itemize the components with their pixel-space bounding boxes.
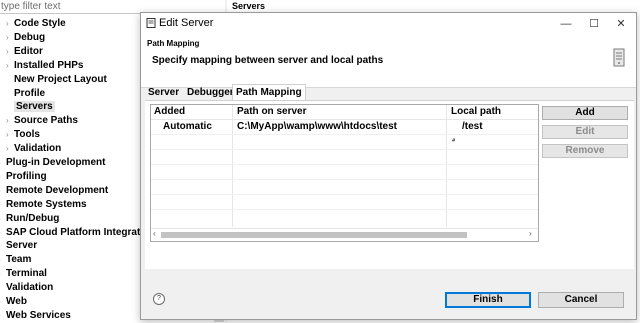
tree-item-label: Remote Development xyxy=(6,184,109,196)
row-divider xyxy=(151,179,538,180)
tree-item-label: SAP Cloud Platform Integratio xyxy=(6,226,150,238)
dialog-titlebar[interactable]: Edit Server — ☐ ✕ xyxy=(141,13,636,35)
tree-item-label: Source Paths xyxy=(14,115,78,127)
tree-item[interactable]: Validation xyxy=(0,281,53,295)
tree-item-label: Run/Debug xyxy=(6,212,60,224)
add-button[interactable]: Add xyxy=(542,106,628,120)
tree-item-label: Profiling xyxy=(6,170,47,182)
row-divider xyxy=(151,149,538,150)
tab-debugger[interactable]: Debugger xyxy=(184,85,237,101)
tree-item[interactable]: › Source Paths xyxy=(6,114,78,128)
tree-item-label: Debug xyxy=(14,31,46,43)
expand-arrow-icon[interactable]: › xyxy=(6,128,14,142)
tree-item-label: Validation xyxy=(6,282,54,294)
tree-item-label: Web Services xyxy=(6,309,71,321)
table-horizontal-scrollbar[interactable]: ‹ › xyxy=(151,228,538,241)
tree-item-label: Servers xyxy=(14,101,55,113)
cell-server-path: C:\MyApp\wamp\www\htdocs\test xyxy=(237,121,398,132)
tree-item[interactable]: ›SAP Cloud Platform Integratio xyxy=(0,226,149,240)
expand-arrow-icon[interactable]: › xyxy=(6,45,14,59)
tree-item-label: Profile xyxy=(14,87,46,99)
local-path-icon: ◕ xyxy=(451,135,456,144)
scroll-right-icon[interactable]: › xyxy=(529,229,532,238)
tree-item[interactable]: › Installed PHPs xyxy=(6,59,83,73)
path-mapping-table[interactable]: Added Path on server Local path Automati… xyxy=(150,104,539,242)
close-button[interactable]: ✕ xyxy=(607,13,635,35)
tree-item-label: Team xyxy=(6,254,32,266)
tree-item[interactable]: › Code Style xyxy=(6,17,66,31)
tree-item-label: Installed PHPs xyxy=(14,59,84,71)
dialog-title: Edit Server xyxy=(159,17,214,29)
row-divider xyxy=(151,164,538,165)
remove-button[interactable]: Remove xyxy=(542,144,628,158)
tree-item-label: Terminal xyxy=(6,268,47,280)
tree-item[interactable]: Servers xyxy=(6,100,55,114)
tree-item-label: Validation xyxy=(14,143,62,155)
tree-item[interactable]: New Project Layout xyxy=(6,73,107,87)
cell-added: Automatic xyxy=(163,121,212,132)
tree-item-label: Remote Systems xyxy=(6,198,87,210)
tree-item[interactable]: › Validation xyxy=(6,142,61,156)
tree-item-label: Server xyxy=(6,240,38,252)
edit-button[interactable]: Edit xyxy=(542,125,628,139)
path-mapping-panel: Added Path on server Local path Automati… xyxy=(145,100,634,269)
row-divider xyxy=(151,134,538,135)
tree-item[interactable]: ›Server xyxy=(0,239,37,253)
tree-item[interactable]: ›Web Services xyxy=(0,309,71,323)
scroll-left-icon[interactable]: ‹ xyxy=(153,229,156,238)
server-banner-icon xyxy=(613,48,625,67)
scrollbar-thumb[interactable] xyxy=(161,232,467,238)
expand-arrow-icon[interactable]: › xyxy=(6,17,14,31)
expand-arrow-icon[interactable]: › xyxy=(6,59,14,73)
help-icon[interactable]: ? xyxy=(153,293,165,305)
cell-local-path: /test xyxy=(462,121,483,132)
preference-page-title: Servers xyxy=(232,1,266,11)
tab-server[interactable]: Server xyxy=(145,85,182,101)
tree-item[interactable]: ›Remote Development xyxy=(0,184,108,198)
tree-item[interactable]: ›Terminal xyxy=(0,267,47,281)
minimize-button[interactable]: — xyxy=(552,13,580,35)
tree-item[interactable]: ›Run/Debug xyxy=(0,212,59,226)
row-divider xyxy=(151,209,538,210)
tree-item-label: Code Style xyxy=(14,18,66,29)
maximize-button[interactable]: ☐ xyxy=(580,13,608,35)
dialog-header-area: Path Mapping Specify mapping between ser… xyxy=(141,35,636,88)
expand-arrow-icon[interactable]: › xyxy=(6,31,14,45)
expand-arrow-icon[interactable]: › xyxy=(6,114,14,128)
tree-item-label: Plug-in Development xyxy=(6,157,106,168)
tree-item[interactable]: › Tools xyxy=(6,128,40,142)
server-app-icon xyxy=(146,18,156,28)
page-title: Path Mapping xyxy=(147,39,200,48)
tree-item-label: Editor xyxy=(14,45,43,57)
tree-item[interactable]: › Debug xyxy=(6,31,45,45)
tree-item[interactable]: ›Web xyxy=(0,295,27,309)
tree-item[interactable]: ›Remote Systems xyxy=(0,198,87,212)
finish-button[interactable]: Finish xyxy=(445,292,531,308)
column-header-local-path[interactable]: Local path xyxy=(451,106,501,117)
tree-item[interactable]: ›Profiling xyxy=(0,170,47,184)
header-divider xyxy=(151,119,538,120)
tree-item-label: Web xyxy=(6,296,27,307)
tree-item[interactable]: Profile xyxy=(6,87,45,101)
column-header-path-on-server[interactable]: Path on server xyxy=(237,106,306,117)
tree-item[interactable]: › Editor xyxy=(6,45,43,59)
column-header-added[interactable]: Added xyxy=(154,106,185,117)
row-divider xyxy=(151,194,538,195)
expand-arrow-icon[interactable]: › xyxy=(6,142,14,156)
tree-item-label: New Project Layout xyxy=(14,73,107,85)
tree-item[interactable]: ›Plug-in Development xyxy=(0,156,105,170)
tree-item[interactable]: ›Team xyxy=(0,253,31,267)
cancel-button[interactable]: Cancel xyxy=(538,292,624,308)
edit-server-dialog: Edit Server — ☐ ✕ Path Mapping Specify m… xyxy=(140,12,637,320)
tree-item-label: Tools xyxy=(14,129,40,141)
page-description: Specify mapping between server and local… xyxy=(152,55,384,66)
